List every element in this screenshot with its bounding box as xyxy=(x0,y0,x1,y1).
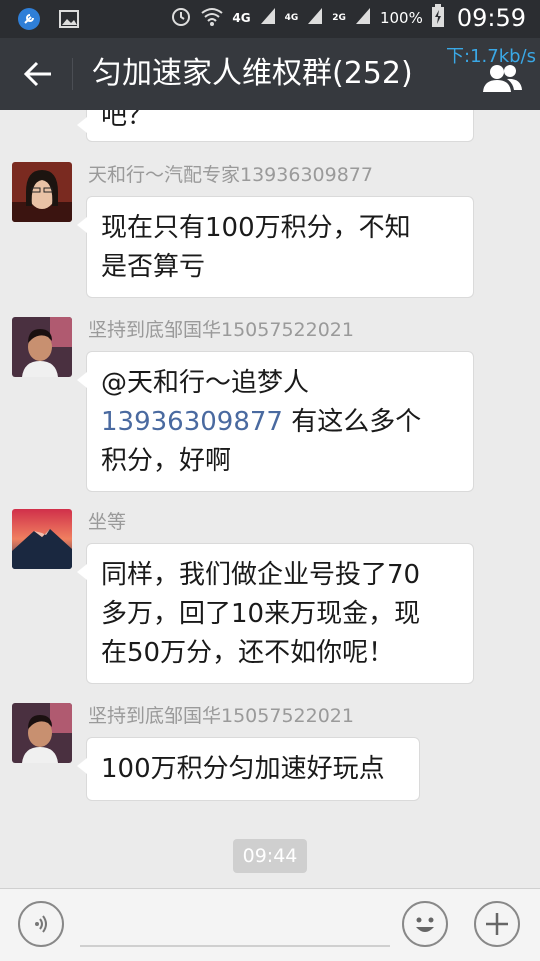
chat-header: 匀加速家人维权群(252) 下:1.7kb/s xyxy=(0,38,540,110)
input-bar xyxy=(0,888,540,961)
message-bubble[interactable]: 同样，我们做企业号投了70 多万，回了10来万现金，现 在50万分，还不如你呢！ xyxy=(77,543,474,684)
message-bubble[interactable]: 吧？ xyxy=(77,110,474,142)
timestamp: 09:44 xyxy=(233,839,307,873)
avatar[interactable] xyxy=(12,703,72,763)
message-text-line: 13936309877 有这么多个 xyxy=(101,403,459,442)
clock: 09:59 xyxy=(456,4,526,32)
message-bubble[interactable]: @天和行～追梦人 13936309877 有这么多个 积分，好啊 xyxy=(77,351,474,492)
avatar[interactable] xyxy=(12,162,72,222)
message-text: 有这么多个 xyxy=(282,407,422,437)
image-icon xyxy=(56,6,82,32)
signal-icon-2 xyxy=(306,6,324,30)
back-arrow-icon[interactable] xyxy=(18,54,58,94)
header-divider xyxy=(72,58,73,90)
message-text-line: 现在只有100万积分，不知 xyxy=(101,213,411,243)
group-title: 匀加速家人维权群(252) xyxy=(92,56,413,91)
message-bubble[interactable]: 现在只有100万积分，不知 是否算亏 xyxy=(77,196,474,298)
alarm-icon xyxy=(170,5,192,31)
message-text-line: 积分，好啊 xyxy=(101,446,232,476)
emoji-icon[interactable] xyxy=(402,901,448,947)
wifi-icon xyxy=(200,5,224,31)
message-text: 吧？ xyxy=(101,110,154,131)
battery-charging-icon xyxy=(431,4,445,32)
sender-name: 坚持到底邹国华15057522021 xyxy=(88,319,354,341)
wrench-icon xyxy=(16,6,42,32)
group-members-icon[interactable] xyxy=(480,60,524,96)
message-text-line: @天和行～追梦人 xyxy=(101,364,459,403)
message-text-line: 是否算亏 xyxy=(101,252,206,282)
message-text-line: 同样，我们做企业号投了70 xyxy=(101,560,421,590)
signal-icon-3 xyxy=(354,6,372,30)
sender-name: 坐等 xyxy=(88,511,127,533)
network-label: 4G xyxy=(232,11,251,25)
message-list[interactable]: 吧？ 天和行～汽配专家13936309877 现在只有100万积分，不知 是否算… xyxy=(0,110,540,888)
plus-icon[interactable] xyxy=(474,901,520,947)
signal-icon xyxy=(259,6,277,30)
message-input[interactable] xyxy=(80,945,390,947)
network-label-2: 4G xyxy=(284,13,299,23)
message-bubble[interactable]: 100万积分匀加速好玩点 xyxy=(77,737,420,801)
phone-number-link[interactable]: 13936309877 xyxy=(101,407,283,437)
voice-input-icon[interactable] xyxy=(18,901,64,947)
battery-level: 100% xyxy=(379,9,423,27)
network-label-3: 2G xyxy=(332,13,346,23)
message-text-line: 100万积分匀加速好玩点 xyxy=(101,754,385,784)
sender-name: 坚持到底邹国华15057522021 xyxy=(88,705,354,727)
status-bar: 4G 4G 2G 100% 09:59 xyxy=(0,0,540,38)
mention[interactable]: @天和行～追梦人 xyxy=(101,368,309,398)
message-text-line: 多万，回了10来万现金，现 xyxy=(101,599,421,629)
message-text-line: 在50万分，还不如你呢！ xyxy=(101,638,395,668)
sender-name: 天和行～汽配专家13936309877 xyxy=(88,164,373,186)
avatar[interactable] xyxy=(12,509,72,569)
avatar[interactable] xyxy=(12,317,72,377)
